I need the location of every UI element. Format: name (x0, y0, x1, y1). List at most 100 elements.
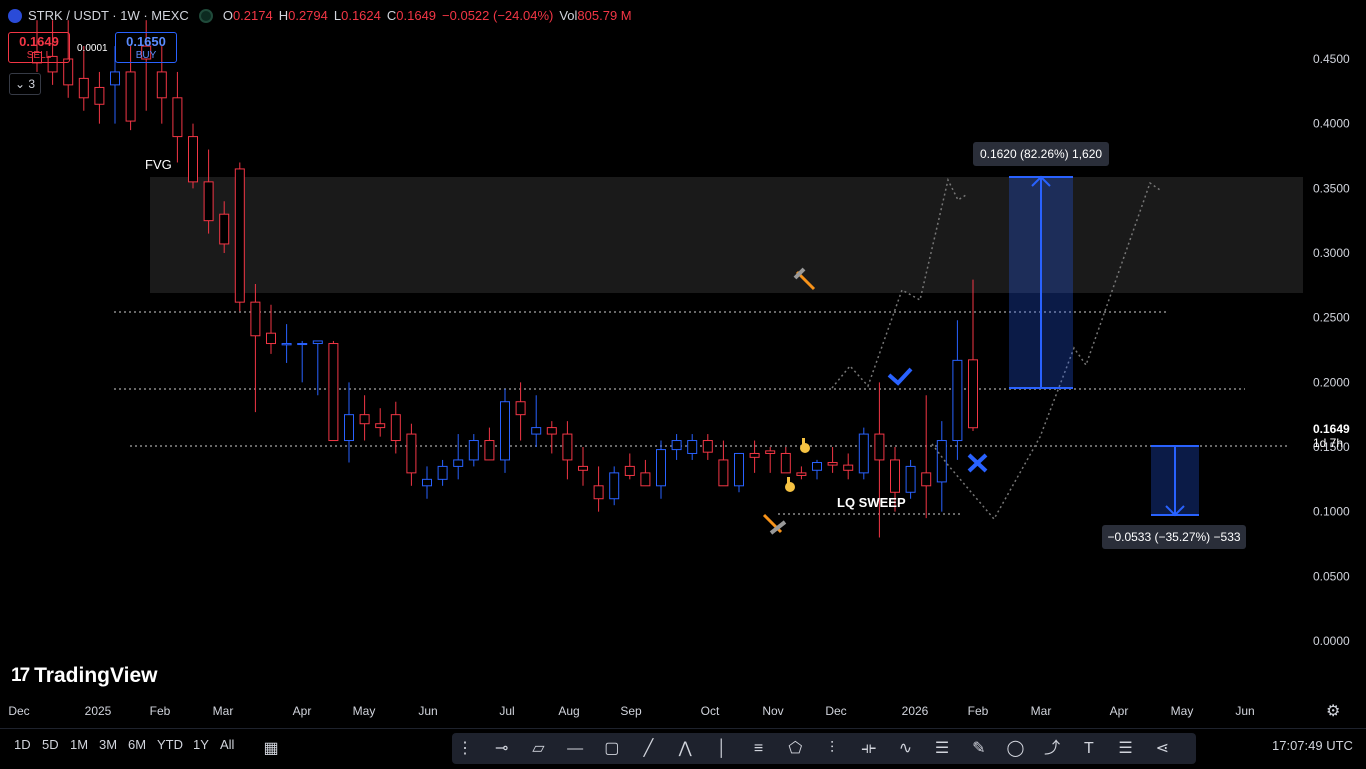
text-icon[interactable]: T (1076, 736, 1102, 762)
candle-body (297, 343, 308, 346)
price-range-icon[interactable]: ⟛ (856, 736, 882, 762)
candle-body (843, 464, 854, 471)
candle-body (110, 71, 120, 86)
price-chart[interactable]: FVG 0.1620 (82.26%) 1,620 −0.0533 (−35.2… (0, 0, 1366, 768)
candle-body (406, 433, 417, 474)
settings-gear-icon[interactable]: ⚙ (1326, 701, 1340, 721)
volume-value: 805.79 M (577, 8, 632, 23)
sell-button[interactable]: 0.1649 SELL (8, 32, 70, 63)
candle-body (484, 440, 495, 461)
symbol-legend: STRK / USDT · 1W · MEXC O 0.2174 H 0.2794 … (8, 8, 632, 23)
timeframe-button-all[interactable]: All (220, 737, 234, 752)
price-tick-label: 0.0500 (1313, 569, 1350, 583)
polygon-icon[interactable]: ⬠ (782, 736, 808, 762)
candle[interactable] (328, 340, 339, 442)
pattern-icon[interactable]: ⋀ (672, 736, 698, 762)
symbol-title[interactable]: STRK / USDT · 1W · MEXC (28, 8, 189, 23)
candle-body (266, 332, 276, 345)
candle[interactable] (500, 388, 510, 473)
buy-price: 0.1650 (126, 34, 166, 49)
candle-body (172, 97, 183, 138)
candle-body (234, 168, 245, 303)
vertical-line-icon[interactable]: │ (709, 736, 735, 762)
horizontal-line-icon[interactable]: — (562, 736, 588, 762)
short-measure-label: −0.0533 (−35.27%) −533 (1107, 530, 1240, 544)
elliott-wave-icon[interactable]: ∿ (892, 736, 918, 762)
candle-body (671, 440, 682, 451)
candle-body (546, 427, 557, 435)
candle-body (640, 472, 651, 487)
candle-body (874, 433, 885, 461)
time-tick-label: May (353, 704, 376, 718)
low-value: 0.1624 (341, 8, 381, 23)
candle-body (780, 452, 791, 474)
indicators-toggle[interactable]: ⌄ 3 (9, 73, 41, 95)
candle[interactable] (858, 427, 869, 480)
gann-fan-icon[interactable]: ☰ (1113, 736, 1139, 762)
fvg-zone[interactable] (150, 177, 1303, 293)
time-tick-label: Aug (558, 704, 579, 718)
horizontal-ray-icon[interactable]: ⊸ (489, 736, 515, 762)
timeframe-button-3m[interactable]: 3M (99, 737, 117, 752)
rectangle-icon[interactable]: ▢ (599, 736, 625, 762)
tradingview-logo[interactable]: 17 TradingView (11, 664, 157, 688)
low-label: L (333, 8, 342, 23)
fib-retracement-icon[interactable]: ≡ (746, 736, 772, 762)
candle-body (624, 465, 635, 476)
time-tick-label: Apr (293, 704, 312, 718)
candle-body (500, 401, 510, 461)
exchange-logo-icon (8, 8, 22, 23)
candle-body (468, 440, 479, 461)
trend-line-icon[interactable]: ╱ (636, 736, 662, 762)
utc-clock[interactable]: 17:07:49 UTC (1272, 738, 1353, 753)
current-price-label: 0.1649 (1313, 422, 1350, 436)
timeframe-button-1y[interactable]: 1Y (193, 737, 209, 752)
price-tick-label: 0.0000 (1313, 634, 1350, 648)
candle-body (952, 359, 963, 442)
candle-body (858, 433, 869, 474)
candle-body (453, 459, 464, 467)
timeframe-button-6m[interactable]: 6M (128, 737, 146, 752)
time-tick-label: 2026 (902, 704, 929, 718)
buy-button[interactable]: 0.1650 BUY (115, 32, 177, 63)
timeframe-button-5d[interactable]: 5D (42, 737, 59, 752)
time-tick-label: Oct (701, 704, 720, 718)
price-tick-label: 0.2500 (1313, 311, 1350, 325)
parallel-channel-icon[interactable]: ▱ (525, 736, 551, 762)
regression-icon[interactable]: ☰ (929, 736, 955, 762)
pitchfork-icon[interactable]: ⫶ (819, 736, 845, 762)
candle-body (281, 343, 292, 346)
close-value: 0.1649 (396, 8, 437, 23)
candle-body (687, 440, 698, 454)
candle-body (827, 462, 838, 466)
measure-icon[interactable]: ⋖ (1149, 736, 1175, 762)
time-tick-label: Dec (8, 704, 29, 718)
circle-icon[interactable]: ◯ (1003, 736, 1029, 762)
candle[interactable] (234, 162, 245, 312)
candle-body (375, 423, 386, 429)
candle-body (390, 414, 401, 442)
bar-countdown: 1d 7h (1313, 436, 1343, 450)
brush-icon[interactable]: ✎ (966, 736, 992, 762)
candle-body (188, 136, 198, 183)
date-range-icon[interactable]: ▦ (258, 736, 284, 762)
path-icon[interactable]: ⤴ (1039, 736, 1065, 762)
price-tick-label: 0.1000 (1313, 505, 1350, 519)
price-tick-label: 0.4500 (1313, 52, 1350, 66)
timeframe-button-1m[interactable]: 1M (70, 737, 88, 752)
fvg-label: FVG (145, 157, 172, 172)
lq-sweep-label: LQ SWEEP (837, 495, 906, 510)
change-value: −0.0522 (−24.04%) (442, 8, 554, 23)
drag-handle-icon: ⋮ (457, 740, 473, 757)
time-tick-label: Dec (825, 704, 846, 718)
volume-label: Vol (559, 8, 578, 23)
spread-value: 0.0001 (77, 43, 108, 54)
sell-label: SELL (26, 50, 52, 61)
candle-body (312, 340, 323, 345)
timeframe-button-ytd[interactable]: YTD (157, 737, 183, 752)
candle-body (328, 343, 339, 442)
timeframe-button-1d[interactable]: 1D (14, 737, 31, 752)
tradingview-mark-icon: 17 (11, 665, 30, 686)
candle-body (203, 181, 214, 222)
tradingview-wordmark: TradingView (34, 664, 158, 687)
